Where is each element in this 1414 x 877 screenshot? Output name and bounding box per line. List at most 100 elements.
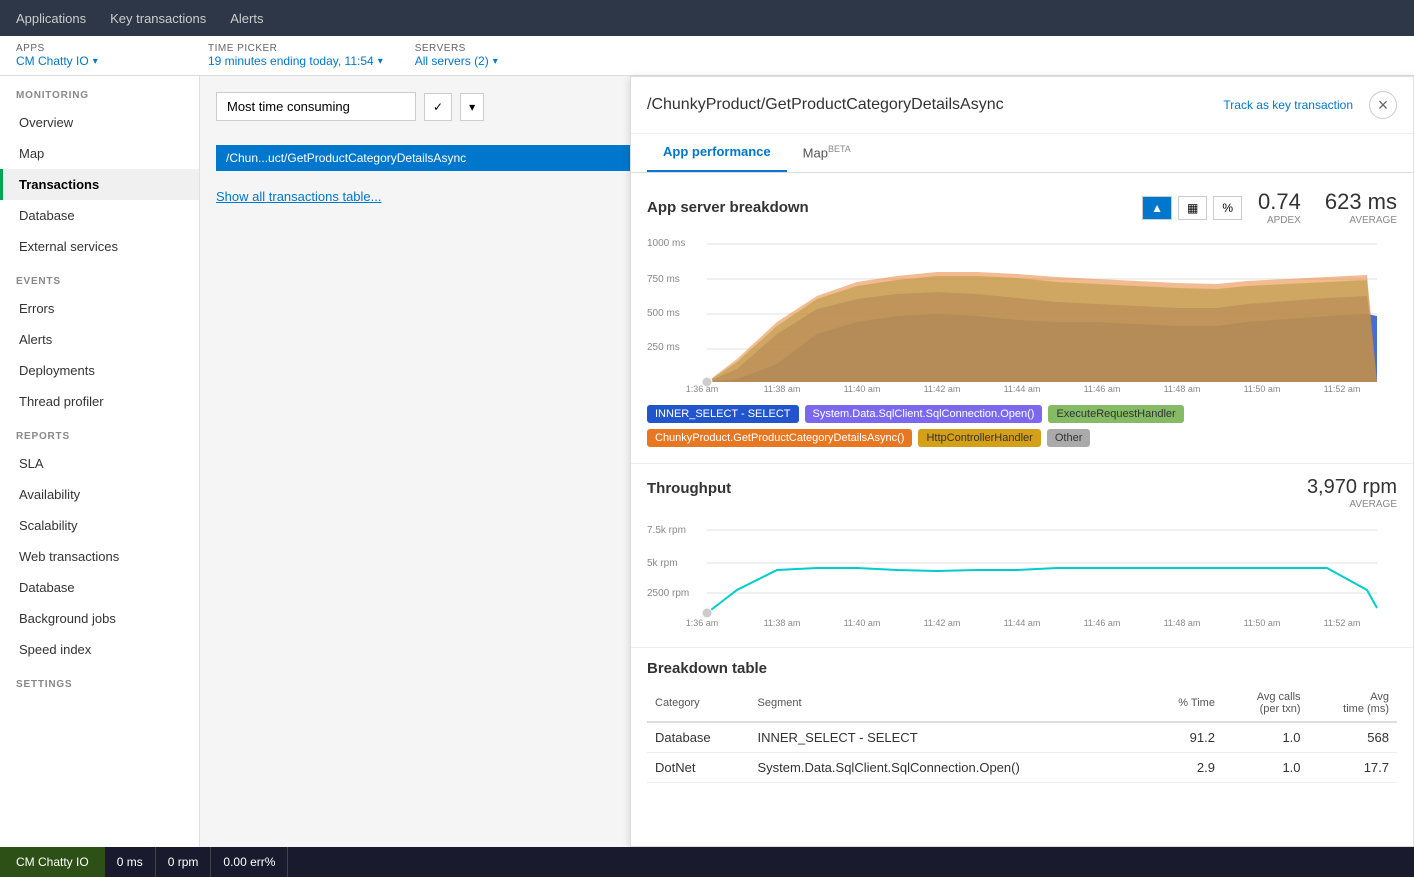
row1-pct: 91.2 bbox=[1148, 722, 1223, 753]
legend-execute-request[interactable]: ExecuteRequestHandler bbox=[1048, 405, 1183, 423]
nav-key-transactions[interactable]: Key transactions bbox=[110, 3, 206, 34]
th-avg-calls: Avg calls(per txn) bbox=[1223, 685, 1309, 722]
servers-picker[interactable]: SERVERS All servers (2) ▾ bbox=[415, 43, 498, 68]
th-pct-time: % Time bbox=[1148, 685, 1223, 722]
servers-label: SERVERS bbox=[415, 43, 498, 54]
svg-text:1000 ms: 1000 ms bbox=[647, 238, 685, 249]
svg-text:11:46 am: 11:46 am bbox=[1084, 384, 1121, 394]
svg-text:11:52 am: 11:52 am bbox=[1324, 618, 1361, 628]
sidebar-item-alerts[interactable]: Alerts bbox=[0, 324, 199, 355]
second-bar: APPS CM Chatty IO ▾ TIME PICKER 19 minut… bbox=[0, 36, 1414, 76]
legend-sql-connection[interactable]: System.Data.SqlClient.SqlConnection.Open… bbox=[805, 405, 1043, 423]
svg-text:11:50 am: 11:50 am bbox=[1244, 384, 1281, 394]
throughput-value: 3,970 rpm bbox=[1307, 476, 1397, 499]
sidebar-item-database[interactable]: Database bbox=[0, 200, 199, 231]
filter-dropdown-btn[interactable]: ▾ bbox=[460, 93, 484, 121]
svg-text:11:38 am: 11:38 am bbox=[764, 384, 801, 394]
apps-value[interactable]: CM Chatty IO ▾ bbox=[16, 54, 176, 68]
servers-value[interactable]: All servers (2) ▾ bbox=[415, 54, 498, 68]
reports-section-label: REPORTS bbox=[0, 417, 199, 448]
sidebar-item-errors[interactable]: Errors bbox=[0, 293, 199, 324]
sidebar-item-overview[interactable]: Overview bbox=[0, 107, 199, 138]
svg-text:11:44 am: 11:44 am bbox=[1004, 618, 1041, 628]
svg-text:500 ms: 500 ms bbox=[647, 308, 680, 319]
show-all-transactions-link[interactable]: Show all transactions table... bbox=[216, 189, 381, 204]
svg-text:5k rpm: 5k rpm bbox=[647, 558, 678, 569]
row1-segment: INNER_SELECT - SELECT bbox=[750, 722, 1148, 753]
status-rpm-value: 0 rpm bbox=[168, 855, 199, 869]
time-picker[interactable]: TIME PICKER 19 minutes ending today, 11:… bbox=[208, 43, 383, 68]
throughput-title: Throughput bbox=[647, 480, 731, 497]
track-key-transaction-link[interactable]: Track as key transaction bbox=[1223, 98, 1353, 112]
bar-chart-btn[interactable]: ▦ bbox=[1178, 196, 1207, 220]
top-nav: Applications Key transactions Alerts bbox=[0, 0, 1414, 36]
close-detail-button[interactable]: × bbox=[1369, 91, 1397, 119]
sidebar-item-speed-index[interactable]: Speed index bbox=[0, 634, 199, 665]
legend-inner-select[interactable]: INNER_SELECT - SELECT bbox=[647, 405, 799, 423]
sidebar-item-database-reports[interactable]: Database bbox=[0, 572, 199, 603]
filter-select[interactable]: Most time consuming bbox=[216, 92, 416, 121]
monitoring-section-label: MONITORING bbox=[0, 76, 199, 107]
th-avg-time: Avgtime (ms) bbox=[1309, 685, 1397, 722]
sidebar-item-external-services[interactable]: External services bbox=[0, 231, 199, 262]
pct-chart-btn[interactable]: % bbox=[1213, 196, 1242, 220]
breakdown-table-title: Breakdown table bbox=[647, 660, 767, 677]
sidebar-item-map[interactable]: Map bbox=[0, 138, 199, 169]
throughput-header: Throughput 3,970 rpm AVERAGE bbox=[647, 476, 1397, 510]
throughput-label: AVERAGE bbox=[1307, 499, 1397, 510]
sidebar-item-deployments[interactable]: Deployments bbox=[0, 355, 199, 386]
servers-arrow-icon: ▾ bbox=[493, 56, 498, 67]
svg-text:11:44 am: 11:44 am bbox=[1004, 384, 1041, 394]
row1-time: 568 bbox=[1309, 722, 1397, 753]
svg-text:1:36 am: 1:36 am bbox=[686, 618, 719, 628]
tab-app-performance[interactable]: App performance bbox=[647, 134, 787, 172]
row2-category: DotNet bbox=[647, 753, 750, 783]
legend-chunky-product[interactable]: ChunkyProduct.GetProductCategoryDetailsA… bbox=[647, 429, 912, 447]
legend-other[interactable]: Other bbox=[1047, 429, 1091, 447]
breakdown-chart-title: App server breakdown bbox=[647, 199, 809, 216]
svg-text:11:52 am: 11:52 am bbox=[1324, 384, 1361, 394]
row1-calls: 1.0 bbox=[1223, 722, 1309, 753]
throughput-section: Throughput 3,970 rpm AVERAGE 7.5k rpm 5k… bbox=[631, 463, 1413, 647]
sidebar-item-web-transactions[interactable]: Web transactions bbox=[0, 541, 199, 572]
svg-text:1:36 am: 1:36 am bbox=[686, 384, 719, 394]
row2-segment: System.Data.SqlClient.SqlConnection.Open… bbox=[750, 753, 1148, 783]
row2-time: 17.7 bbox=[1309, 753, 1397, 783]
sidebar-item-sla[interactable]: SLA bbox=[0, 448, 199, 479]
detail-title: /ChunkyProduct/GetProductCategoryDetails… bbox=[647, 96, 1004, 114]
breakdown-chart-svg: 1000 ms 750 ms 500 ms 250 ms bbox=[647, 234, 1387, 394]
settings-section-label: SETTINGS bbox=[0, 665, 199, 696]
breakdown-table-section: Breakdown table Category Segment % Time … bbox=[631, 647, 1413, 799]
sidebar-item-thread-profiler[interactable]: Thread profiler bbox=[0, 386, 199, 417]
chart-legend: INNER_SELECT - SELECT System.Data.SqlCli… bbox=[647, 405, 1397, 447]
time-picker-value[interactable]: 19 minutes ending today, 11:54 ▾ bbox=[208, 54, 383, 68]
tab-map[interactable]: MapBETA bbox=[787, 134, 867, 172]
filter-checkmark-btn[interactable]: ✓ bbox=[424, 93, 452, 121]
status-metric-rpm: 0 rpm bbox=[156, 847, 212, 877]
svg-text:11:42 am: 11:42 am bbox=[924, 384, 961, 394]
nav-alerts[interactable]: Alerts bbox=[230, 3, 263, 34]
svg-text:7.5k rpm: 7.5k rpm bbox=[647, 525, 686, 536]
svg-text:11:48 am: 11:48 am bbox=[1164, 618, 1201, 628]
sidebar-item-transactions[interactable]: Transactions bbox=[0, 169, 199, 200]
row2-calls: 1.0 bbox=[1223, 753, 1309, 783]
apps-picker[interactable]: APPS CM Chatty IO ▾ bbox=[16, 43, 176, 68]
map-beta-badge: BETA bbox=[828, 144, 851, 154]
sidebar-item-background-jobs[interactable]: Background jobs bbox=[0, 603, 199, 634]
detail-header: /ChunkyProduct/GetProductCategoryDetails… bbox=[631, 77, 1413, 134]
average-stat: 623 ms AVERAGE bbox=[1325, 189, 1397, 226]
sidebar-item-scalability[interactable]: Scalability bbox=[0, 510, 199, 541]
status-app-name: CM Chatty IO bbox=[0, 847, 105, 877]
th-segment: Segment bbox=[750, 685, 1148, 722]
sidebar-item-availability[interactable]: Availability bbox=[0, 479, 199, 510]
throughput-chart-area: 7.5k rpm 5k rpm 2500 rpm 1:36 am 11:38 a… bbox=[647, 518, 1397, 631]
row1-category: Database bbox=[647, 722, 750, 753]
legend-http-controller[interactable]: HttpControllerHandler bbox=[918, 429, 1040, 447]
detail-tabs: App performance MapBETA bbox=[631, 134, 1413, 173]
status-err-value: 0.00 err% bbox=[223, 855, 275, 869]
svg-text:250 ms: 250 ms bbox=[647, 342, 680, 353]
nav-applications[interactable]: Applications bbox=[16, 3, 86, 34]
area-chart-btn[interactable]: ▲ bbox=[1142, 196, 1172, 220]
apdex-label: APDEX bbox=[1267, 215, 1301, 226]
apps-label: APPS bbox=[16, 43, 176, 54]
